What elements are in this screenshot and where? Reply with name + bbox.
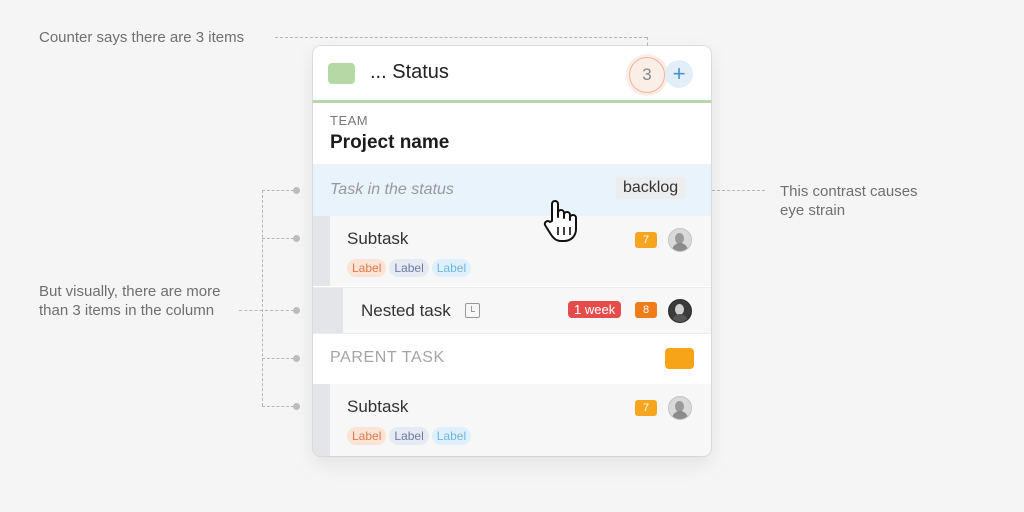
item-counter: 3: [629, 57, 665, 93]
estimate-badge: 8: [635, 302, 657, 318]
connector-left-branch: [262, 190, 294, 191]
hand-pointer-icon: [543, 200, 577, 242]
connector-dot: [293, 235, 300, 242]
annotation-counter: Counter says there are 3 items: [39, 29, 245, 46]
estimate-badge: 7: [635, 232, 657, 248]
add-task-button[interactable]: +: [665, 60, 693, 88]
connector-dot: [293, 307, 300, 314]
indent-bar: [313, 216, 330, 286]
column-header: ... Status 3 +: [313, 46, 711, 103]
nested-task-title: Nested task: [361, 301, 451, 320]
annotation-items-line2: than 3 items in the column: [39, 302, 215, 319]
label-list: Label Label Label: [347, 259, 472, 277]
subtask-card[interactable]: Subtask 7 Label Label Label: [313, 384, 711, 456]
connector-top-horizontal: [275, 37, 647, 38]
team-label: TEAM: [330, 113, 369, 128]
assignee-avatar[interactable]: [668, 396, 692, 420]
annotation-contrast-line1: This contrast causes: [780, 183, 918, 200]
status-color-swatch: [328, 63, 355, 84]
label-chip[interactable]: Label: [431, 259, 472, 277]
parent-task-title: PARENT TASK: [330, 349, 445, 366]
parent-task-row[interactable]: PARENT TASK: [313, 333, 711, 385]
subtask-title: Subtask: [347, 397, 409, 416]
label-chip[interactable]: Label: [347, 427, 387, 445]
label-list: Label Label Label: [347, 427, 472, 445]
connector-dot: [293, 355, 300, 362]
nested-task-card[interactable]: Nested task 1 week 8: [313, 287, 711, 333]
label-chip[interactable]: Label: [431, 427, 472, 445]
annotation-contrast-line2: eye strain: [780, 202, 846, 219]
label-chip[interactable]: Label: [389, 427, 429, 445]
indent-bar: [313, 288, 343, 333]
connector-dot: [293, 403, 300, 410]
connector-left-branch: [239, 310, 294, 311]
project-name: Project name: [330, 132, 450, 153]
new-task-row[interactable]: Task in the status backlog: [313, 164, 711, 216]
subtask-card[interactable]: Subtask 7 Label Label Label: [313, 216, 711, 286]
connector-left-branch: [262, 238, 294, 239]
connector-left-vertical: [262, 190, 263, 406]
assignee-avatar[interactable]: [668, 299, 692, 323]
label-chip[interactable]: Label: [389, 259, 429, 277]
assignee-avatar[interactable]: [668, 228, 692, 252]
task-placeholder[interactable]: Task in the status: [330, 181, 454, 199]
annotation-items-line1: But visually, there are more: [39, 283, 221, 300]
estimate-badge: 7: [635, 400, 657, 416]
duration-badge: 1 week: [568, 301, 622, 318]
connector-left-branch: [262, 406, 294, 407]
annotation-contrast: This contrast causes eye strain: [780, 182, 918, 220]
connector-left-branch: [262, 358, 294, 359]
connector-dot: [293, 187, 300, 194]
annotation-items: But visually, there are more than 3 item…: [39, 282, 220, 320]
parent-color-swatch: [665, 348, 694, 369]
status-title: ... Status: [370, 61, 449, 83]
indent-bar: [313, 384, 330, 456]
subtask-title: Subtask: [347, 229, 409, 248]
clock-icon: [465, 303, 480, 318]
backlog-tag: backlog: [616, 177, 686, 199]
status-column: ... Status 3 + TEAM Project name Task in…: [313, 46, 711, 456]
label-chip[interactable]: Label: [347, 259, 387, 277]
